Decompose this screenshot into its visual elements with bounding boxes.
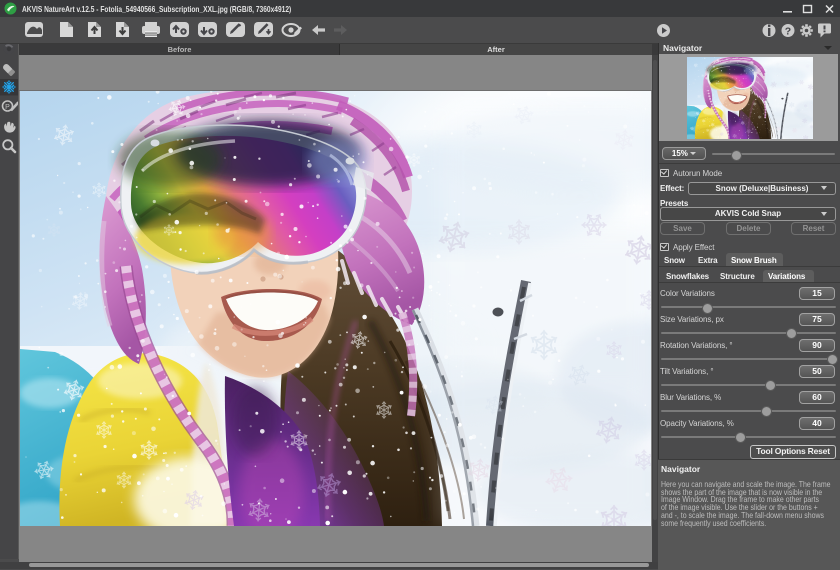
svg-text:?: ? <box>785 26 791 38</box>
svg-text:P: P <box>5 104 10 111</box>
